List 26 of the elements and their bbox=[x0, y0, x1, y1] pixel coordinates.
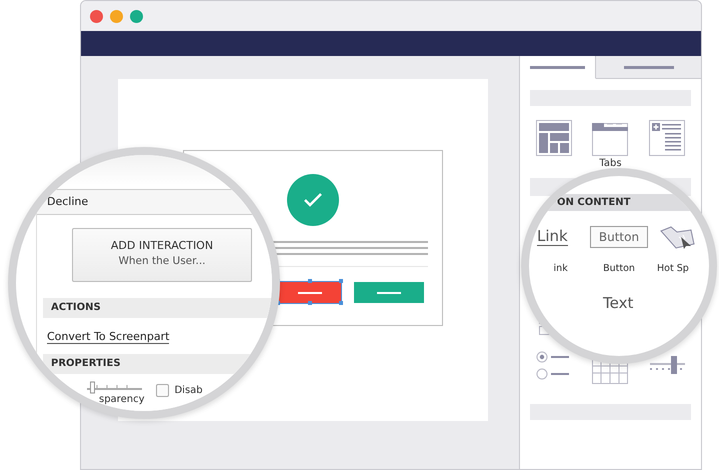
convert-link[interactable]: Convert To Screenpart bbox=[47, 330, 170, 344]
slider-thumb[interactable] bbox=[90, 382, 95, 394]
window-control-dot[interactable] bbox=[110, 10, 123, 22]
window-control-dot[interactable] bbox=[130, 10, 143, 22]
checkbox[interactable] bbox=[156, 384, 170, 397]
text-widget-preview: Text bbox=[603, 294, 634, 312]
accept-button[interactable] bbox=[354, 282, 424, 303]
widget-label: ink bbox=[554, 263, 568, 274]
tabs-widget-icon bbox=[592, 120, 628, 156]
window-control-dot[interactable] bbox=[90, 10, 103, 22]
checkmark-icon bbox=[303, 192, 323, 208]
checkbox-label: Disab bbox=[174, 385, 203, 396]
slider-label: sparency bbox=[99, 394, 144, 405]
add-interaction-button[interactable]: ADD INTERACTION When the User... bbox=[72, 228, 252, 282]
link-widget-preview[interactable]: Link bbox=[537, 228, 568, 246]
section-title: ACTIONS bbox=[51, 302, 101, 313]
widget-label: Hot Sp bbox=[657, 263, 689, 274]
section-title: PROPERTIES bbox=[51, 358, 121, 369]
widget-label: Tabs bbox=[599, 158, 622, 169]
decline-button[interactable] bbox=[279, 282, 341, 303]
transparency-slider[interactable] bbox=[87, 380, 143, 394]
panel-tab[interactable] bbox=[520, 56, 596, 79]
widget-label: Button bbox=[603, 263, 635, 274]
list-widget-icon bbox=[648, 120, 685, 156]
layout-widget-icon bbox=[536, 120, 572, 156]
button-widget-preview[interactable]: Button bbox=[590, 226, 648, 248]
